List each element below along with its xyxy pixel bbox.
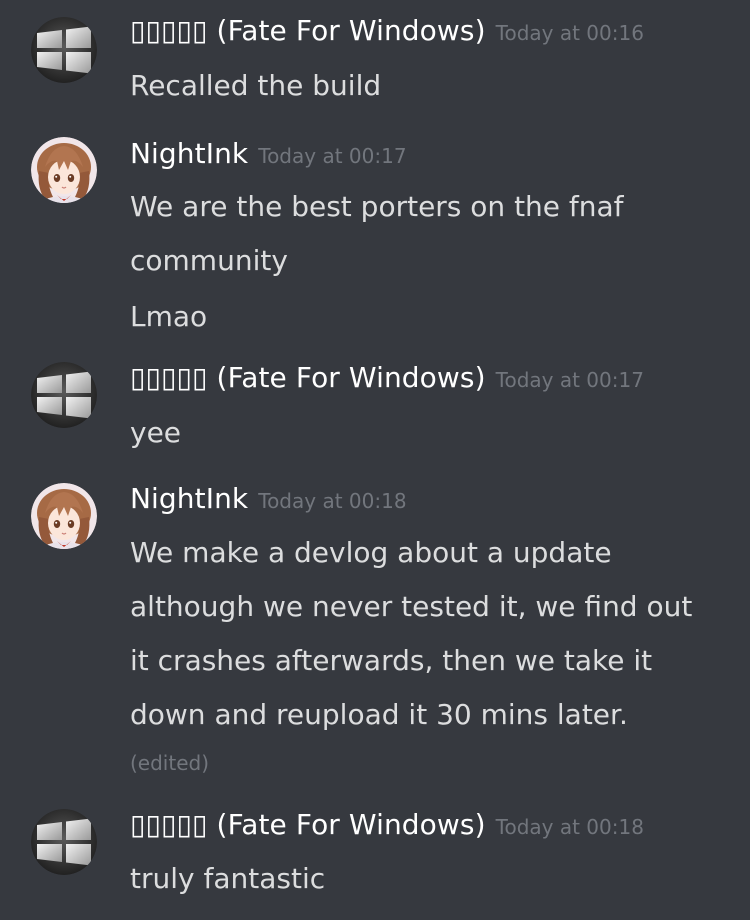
username[interactable]: ▯▯▯▯▯ (Fate For Windows) <box>130 361 486 394</box>
message-text: We are the best porters on the fnaf <box>130 190 624 223</box>
message-text: Lmao <box>130 300 208 333</box>
avatar[interactable] <box>31 17 97 83</box>
message-header: ▯▯▯▯▯ (Fate For Windows) Today at 00:18 <box>130 810 644 844</box>
avatar[interactable] <box>31 483 97 549</box>
message-header: ▯▯▯▯▯ (Fate For Windows) Today at 00:16 <box>130 16 644 50</box>
windows-logo-icon <box>31 362 97 428</box>
message-text: We make a devlog about a update <box>130 536 612 569</box>
message-text: truly fantastic <box>130 862 326 895</box>
edited-label: (edited) <box>130 751 210 775</box>
message-header: NightInk Today at 00:17 <box>130 139 407 173</box>
message-text: down and reupload it 30 mins later. <box>130 698 628 731</box>
username[interactable]: NightInk <box>130 137 248 170</box>
anime-girl-avatar-icon <box>31 483 97 549</box>
message-text: it crashes afterwards, then we take it <box>130 644 653 677</box>
username[interactable]: ▯▯▯▯▯ (Fate For Windows) <box>130 808 486 841</box>
avatar[interactable] <box>31 137 97 203</box>
timestamp: Today at 00:18 <box>258 489 407 513</box>
timestamp: Today at 00:16 <box>495 21 644 45</box>
message-text: although we never tested it, we find out <box>130 590 693 623</box>
message-text: community <box>130 244 288 277</box>
avatar[interactable] <box>31 362 97 428</box>
timestamp: Today at 00:18 <box>495 815 644 839</box>
anime-girl-avatar-icon <box>31 137 97 203</box>
message-header: NightInk Today at 00:18 <box>130 484 407 518</box>
message-text: yee <box>130 416 182 449</box>
message-text: Recalled the build <box>130 69 382 102</box>
username[interactable]: ▯▯▯▯▯ (Fate For Windows) <box>130 14 486 47</box>
avatar[interactable] <box>31 809 97 875</box>
timestamp: Today at 00:17 <box>258 144 407 168</box>
windows-logo-icon <box>31 17 97 83</box>
timestamp: Today at 00:17 <box>495 368 644 392</box>
message-header: ▯▯▯▯▯ (Fate For Windows) Today at 00:17 <box>130 363 644 397</box>
username[interactable]: NightInk <box>130 482 248 515</box>
windows-logo-icon <box>31 809 97 875</box>
